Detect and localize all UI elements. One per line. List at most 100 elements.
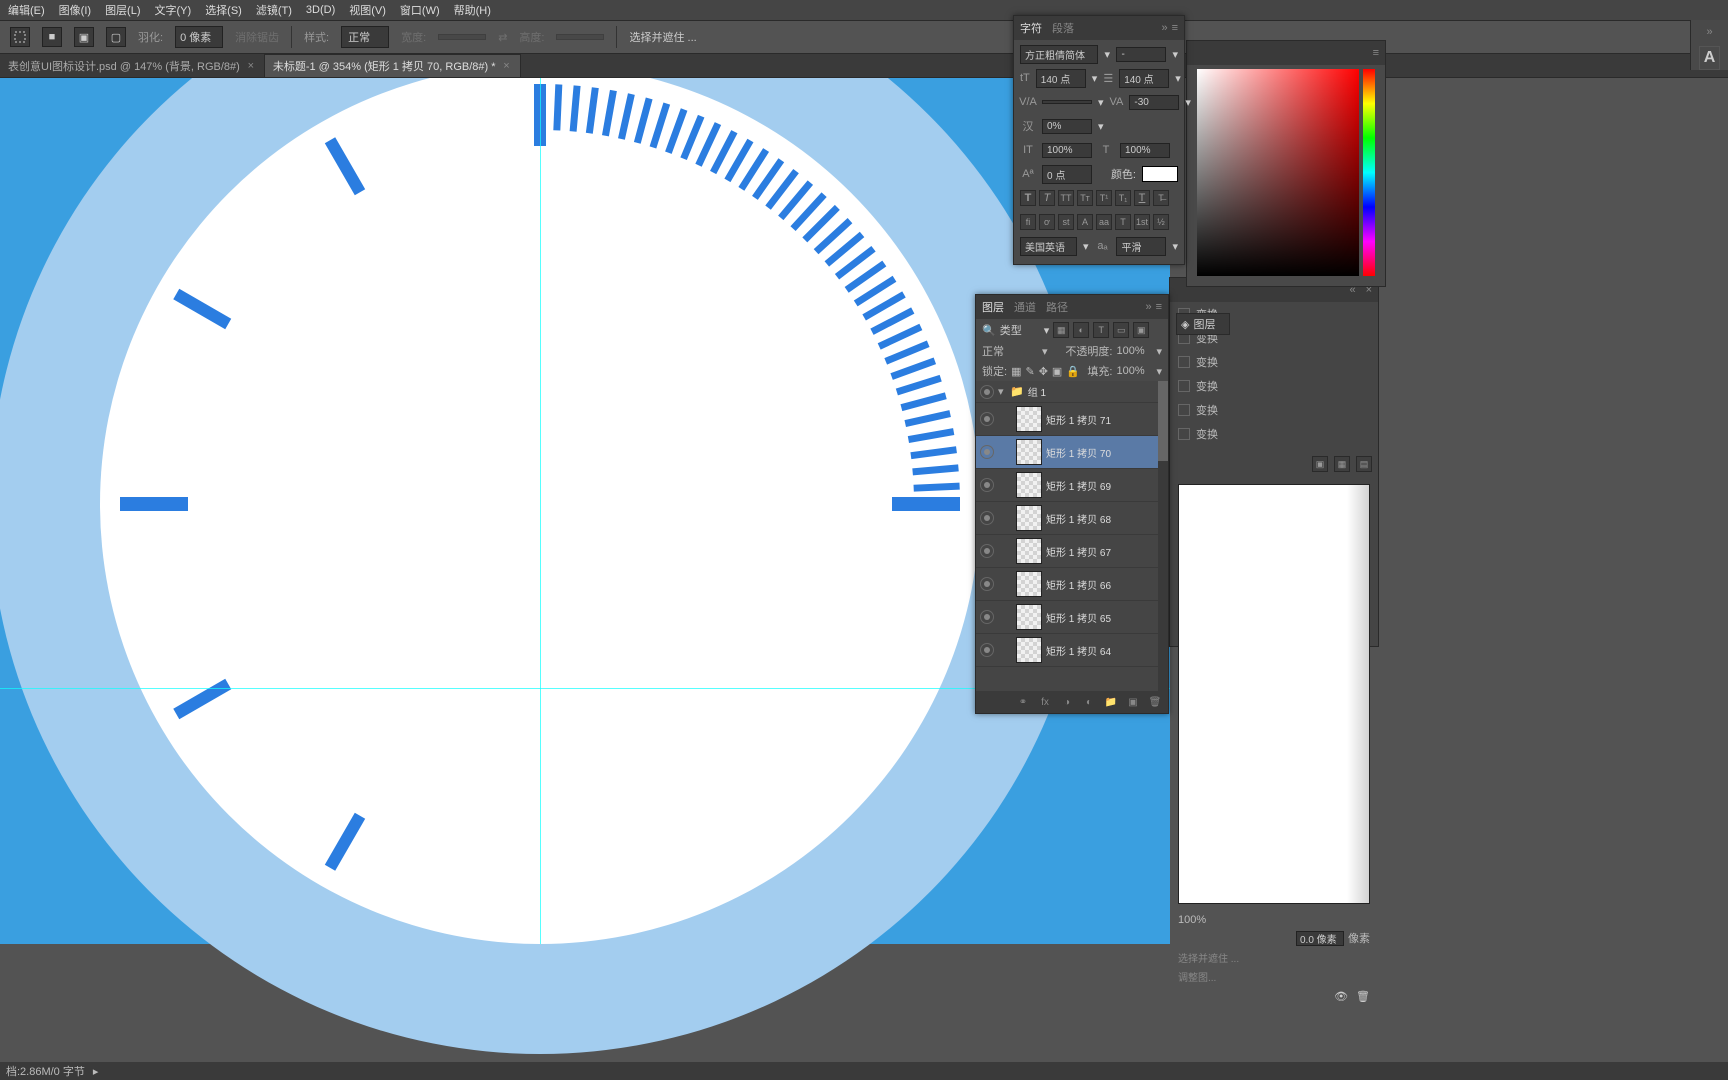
visibility-toggle[interactable]	[980, 412, 994, 426]
visibility-toggle[interactable]	[980, 511, 994, 525]
filter-kind-select[interactable]: 类型	[1000, 322, 1040, 338]
style-select[interactable]: 正常	[341, 26, 389, 48]
filter-smart-icon[interactable]: ▣	[1133, 322, 1149, 338]
panel-menu-icon[interactable]: ≡	[1172, 22, 1178, 34]
layer-thumbnail[interactable]	[1016, 406, 1042, 432]
superscript-icon[interactable]: T¹	[1096, 190, 1112, 206]
close-icon[interactable]: ×	[502, 61, 512, 71]
layer-thumbnail[interactable]	[1016, 538, 1042, 564]
layers-dock-chip[interactable]: ◈ 图层	[1176, 313, 1230, 335]
filter-pixel-icon[interactable]: ▦	[1053, 322, 1069, 338]
select-and-mask-button[interactable]: 选择并遮住 ...	[629, 29, 696, 45]
kerning-input[interactable]	[1042, 100, 1092, 104]
ordinals-icon[interactable]: aa	[1096, 214, 1112, 230]
status-arrow-icon[interactable]: ▸	[93, 1065, 99, 1078]
scale-input[interactable]: 0%	[1042, 119, 1092, 134]
trash-icon[interactable]: 🗑	[1356, 990, 1370, 1003]
layer-thumbnail[interactable]	[1016, 571, 1042, 597]
tab-paragraph[interactable]: 段落	[1052, 20, 1074, 36]
tab-paths[interactable]: 路径	[1046, 299, 1068, 315]
menu-layer[interactable]: 图层(L)	[105, 2, 140, 18]
chevron-down-icon[interactable]: ▾	[998, 385, 1006, 398]
font-size-input[interactable]: 140 点	[1036, 69, 1086, 88]
status-doc-size[interactable]: 档:2.86M/0 字节	[6, 1063, 85, 1079]
font-style-select[interactable]: -	[1116, 47, 1166, 62]
fx-icon[interactable]: fx	[1038, 695, 1052, 709]
new-layer-icon[interactable]: ▣	[1126, 695, 1140, 709]
lock-all-icon[interactable]: 🔒	[1066, 365, 1080, 378]
layer-name[interactable]: 组 1	[1028, 384, 1046, 399]
guide-vertical[interactable]	[540, 78, 541, 944]
menu-edit[interactable]: 编辑(E)	[8, 2, 45, 18]
layer-row[interactable]: 矩形 1 拷贝 69	[976, 469, 1168, 502]
layer-thumbnail[interactable]	[1016, 439, 1042, 465]
link-icon[interactable]: ⚭	[1016, 695, 1030, 709]
xform-item[interactable]: 变换	[1170, 350, 1378, 374]
menu-select[interactable]: 选择(S)	[205, 2, 242, 18]
lock-paint-icon[interactable]: ✎	[1025, 365, 1034, 378]
lock-position-icon[interactable]: ✥	[1039, 365, 1048, 378]
language-select[interactable]: 美国英语	[1020, 237, 1077, 256]
panel-menu-icon[interactable]: ≡	[1156, 301, 1162, 313]
menu-type[interactable]: 文字(Y)	[155, 2, 192, 18]
menu-filter[interactable]: 滤镜(T)	[256, 2, 292, 18]
layer-name[interactable]: 矩形 1 拷贝 68	[1046, 511, 1111, 526]
marquee-rect-icon[interactable]	[10, 27, 30, 47]
new-selection-icon[interactable]: ■	[42, 27, 62, 47]
filter-shape-icon[interactable]: ▭	[1113, 322, 1129, 338]
xform-item[interactable]: 变换	[1170, 422, 1378, 446]
subtract-selection-icon[interactable]: ▢	[106, 27, 126, 47]
visibility-toggle[interactable]	[980, 544, 994, 558]
fill-input[interactable]: 100%	[1116, 365, 1152, 377]
layer-name[interactable]: 矩形 1 拷贝 66	[1046, 577, 1111, 592]
tracking-input[interactable]: -30	[1129, 95, 1179, 110]
bold-icon[interactable]: T	[1020, 190, 1036, 206]
layer-thumbnail[interactable]	[1016, 637, 1042, 663]
align-icon[interactable]: ▦	[1334, 456, 1350, 472]
layer-name[interactable]: 矩形 1 拷贝 64	[1046, 643, 1111, 658]
dock-collapse-icon[interactable]: »	[1706, 26, 1712, 38]
tab-character[interactable]: 字符	[1020, 20, 1042, 36]
strikethrough-icon[interactable]: T̶	[1153, 190, 1169, 206]
layer-name[interactable]: 矩形 1 拷贝 71	[1046, 412, 1111, 427]
lock-artboard-icon[interactable]: ▣	[1052, 365, 1062, 378]
visibility-toggle[interactable]	[980, 445, 994, 459]
swash-icon[interactable]: st	[1058, 214, 1074, 230]
vscale-input[interactable]: 100%	[1042, 143, 1092, 158]
text-color-swatch[interactable]	[1142, 166, 1178, 182]
antialias-select[interactable]: 平滑	[1116, 237, 1166, 256]
tab-layers[interactable]: 图层	[982, 299, 1004, 315]
add-selection-icon[interactable]: ▣	[74, 27, 94, 47]
eye-icon[interactable]: 👁	[1334, 990, 1348, 1003]
opacity-input[interactable]: 100%	[1116, 345, 1152, 357]
collapse-icon[interactable]: »	[1161, 22, 1167, 34]
collapse-icon[interactable]: »	[1145, 301, 1151, 313]
xform-item[interactable]: 变换	[1170, 374, 1378, 398]
visibility-toggle[interactable]	[980, 577, 994, 591]
lock-transparent-icon[interactable]: ▦	[1011, 365, 1021, 378]
ligature-icon[interactable]: fi	[1020, 214, 1036, 230]
xform-item[interactable]: 变换	[1170, 398, 1378, 422]
filter-type-icon[interactable]: T	[1093, 322, 1109, 338]
layer-row[interactable]: 矩形 1 拷贝 68	[976, 502, 1168, 535]
doc-tab-1[interactable]: 表创意UI图标设计.psd @ 147% (背景, RGB/8#) ×	[0, 54, 265, 77]
type-tool-icon[interactable]: A	[1699, 46, 1721, 70]
group-icon[interactable]: 📁	[1104, 695, 1118, 709]
mask-icon[interactable]: ◑	[1060, 695, 1074, 709]
alt-icon[interactable]: ơ	[1039, 214, 1055, 230]
visibility-toggle[interactable]	[980, 478, 994, 492]
adjust-icon[interactable]: ◐	[1082, 695, 1096, 709]
feather-input[interactable]: 0 像素	[175, 26, 223, 48]
layer-thumbnail[interactable]	[1016, 505, 1042, 531]
trash-icon[interactable]: 🗑	[1148, 695, 1162, 709]
visibility-toggle[interactable]	[980, 610, 994, 624]
menu-window[interactable]: 窗口(W)	[400, 2, 440, 18]
hscale-input[interactable]: 100%	[1120, 143, 1170, 158]
menu-3d[interactable]: 3D(D)	[306, 4, 335, 16]
tab-channels[interactable]: 通道	[1014, 299, 1036, 315]
visibility-toggle[interactable]	[980, 643, 994, 657]
layer-row[interactable]: 矩形 1 拷贝 66	[976, 568, 1168, 601]
layer-row[interactable]: 矩形 1 拷贝 71	[976, 403, 1168, 436]
layer-row[interactable]: 矩形 1 拷贝 65	[976, 601, 1168, 634]
layer-thumbnail[interactable]	[1016, 604, 1042, 630]
